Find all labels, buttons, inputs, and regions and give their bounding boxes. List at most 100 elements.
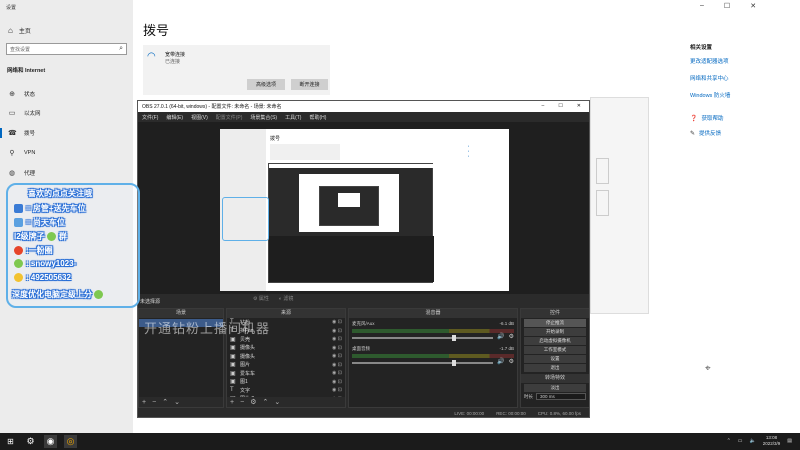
maximize-icon[interactable]: ☐ — [724, 2, 730, 10]
related-settings: 相关设置 更改适配器选项 网络和共享中心 Windows 防火墙 — [690, 43, 790, 108]
clock[interactable]: 13:08 2022/3/9 — [763, 435, 781, 447]
start-recording-button[interactable]: 开始录制 — [524, 328, 586, 336]
settings-button[interactable]: 设置 — [524, 355, 586, 363]
move-up-icon[interactable]: ⌃ — [162, 398, 168, 406]
exit-button[interactable]: 退出 — [524, 364, 586, 372]
move-up-icon[interactable]: ⌃ — [262, 398, 268, 406]
visibility-lock-icon[interactable]: ◉ ⊡ — [332, 345, 345, 351]
visibility-lock-icon[interactable]: ◉ ⊡ — [332, 319, 345, 325]
menu-view[interactable]: 视图(V) — [191, 114, 208, 121]
visibility-lock-icon[interactable]: ◉ ⊡ — [332, 387, 345, 393]
visibility-lock-icon[interactable]: ◉ ⊡ — [332, 379, 345, 385]
visibility-lock-icon[interactable]: ◉ ⊡ — [332, 362, 345, 368]
gear-icon[interactable]: ⚙ — [509, 358, 514, 365]
nav-item-proxy[interactable]: ◍ 代理 — [0, 165, 133, 181]
taskbar-settings[interactable]: ⚙ — [24, 435, 37, 448]
obs-title: OBS 27.0.1 (64-bit, windows) - 配置文件: 未命名… — [142, 104, 282, 110]
source-row[interactable]: T 文字 ◉ ⊡ — [227, 386, 345, 395]
add-source-icon[interactable]: + — [230, 399, 234, 406]
background-window — [590, 97, 649, 314]
scenes-header: 场景 — [139, 309, 223, 318]
nav-item-ethernet[interactable]: ▭ 以太网 — [0, 105, 133, 121]
source-row[interactable]: ▣ 摄像头 ◉ ⊡ — [227, 352, 345, 361]
visibility-lock-icon[interactable]: ◉ ⊡ — [332, 370, 345, 376]
move-down-icon[interactable]: ⌄ — [174, 398, 180, 406]
remove-scene-icon[interactable]: − — [152, 399, 156, 406]
filters-button[interactable]: ◐ 滤镜 — [279, 295, 293, 302]
nav-item-dialup[interactable]: ☎ 拨号 — [0, 125, 133, 141]
visibility-lock-icon[interactable]: ◉ ⊡ — [332, 336, 345, 342]
mini-obs-window — [268, 163, 434, 283]
advanced-options-button[interactable]: 高级选项 — [247, 79, 285, 90]
obs-close-icon[interactable]: ✕ — [577, 103, 581, 110]
channel-name: 桌面音频 — [352, 346, 370, 351]
obs-minimize-icon[interactable]: – — [542, 103, 545, 110]
overlay-line: :一粉圈 — [26, 246, 53, 255]
network-icon[interactable]: ▭ — [738, 438, 743, 444]
nav-item-status[interactable]: ⊕ 状态 — [0, 86, 133, 102]
taskbar-app[interactable]: ◎ — [64, 435, 77, 448]
source-row[interactable]: ▣ 图1 ◉ ⊡ — [227, 378, 345, 387]
menu-profile[interactable]: 配置文件(P) — [216, 114, 243, 121]
streamer-overlay-card: 喜欢的点点关注哦 = 房管+送先车位 = 尚天车位 l2级牌子 群 :一粉圈 :… — [6, 183, 140, 308]
start-button[interactable]: ⊞ — [4, 435, 17, 448]
source-row[interactable]: ▣ 图片 ◉ ⊡ — [227, 361, 345, 370]
speaker-icon[interactable]: 🔊 — [497, 358, 504, 365]
menu-edit[interactable]: 编辑(E) — [166, 114, 183, 121]
notification-icon[interactable]: ▤ — [787, 438, 792, 444]
taskbar-obs[interactable]: ◉ — [44, 435, 57, 448]
source-row[interactable]: ▣ 爱车车 ◉ ⊡ — [227, 369, 345, 378]
source-settings-icon[interactable]: ⚙ — [250, 398, 256, 406]
gear-icon[interactable]: ⚙ — [509, 333, 514, 340]
change-adapter-options-link[interactable]: 更改适配器选项 — [690, 57, 790, 65]
sources-footer: + − ⚙ ⌃ ⌄ — [227, 397, 345, 407]
speaker-icon[interactable]: 🔊 — [497, 333, 504, 340]
minimize-icon[interactable]: – — [700, 2, 704, 10]
menu-scene-collection[interactable]: 场景集合(S) — [250, 114, 277, 121]
mini-obs-docks — [269, 236, 434, 282]
studio-mode-button[interactable]: 工作室模式 — [524, 346, 586, 354]
menu-tools[interactable]: 工具(T) — [285, 114, 301, 121]
close-icon[interactable]: ✕ — [750, 2, 756, 10]
mixer-dock: 混音器 麦克风/Aux -6.1 dB 🔊 ⚙ 桌面音频 -1.7 dB 🔊 ⚙ — [348, 308, 518, 408]
obs-window: OBS 27.0.1 (64-bit, windows) - 配置文件: 未命名… — [137, 100, 590, 418]
stop-streaming-button[interactable]: 停止推流 — [524, 319, 586, 327]
chevron-up-icon[interactable]: ⌃ — [727, 438, 731, 444]
home-nav-item[interactable]: ⌂ 主页 — [8, 26, 31, 35]
move-down-icon[interactable]: ⌄ — [274, 398, 280, 406]
nav-item-vpn[interactable]: ⚲ VPN — [0, 145, 133, 161]
vpn-icon: ⚲ — [9, 150, 15, 157]
settings-window-controls: – ☐ ✕ — [700, 2, 756, 10]
menu-help[interactable]: 帮助(H) — [309, 114, 326, 121]
source-label: 爱车车 — [240, 370, 256, 377]
source-label: 文字 — [240, 387, 251, 394]
home-icon: ⌂ — [8, 26, 13, 35]
source-toolbar: ⚙ 属性 ◐ 滤镜 — [253, 295, 293, 302]
add-scene-icon[interactable]: + — [142, 399, 146, 406]
volume-slider[interactable] — [352, 360, 494, 366]
mini-page-title: 拨号 — [270, 136, 281, 142]
visibility-lock-icon[interactable]: ◉ ⊡ — [332, 328, 345, 334]
obs-maximize-icon[interactable]: ☐ — [558, 103, 562, 110]
start-virtual-camera-button[interactable]: 启动虚拟摄像机 — [524, 337, 586, 345]
windows-firewall-link[interactable]: Windows 防火墙 — [690, 91, 790, 99]
dialup-connection-card[interactable]: ◠ 宽带连接 已连接 高级选项 断开连接 — [143, 45, 330, 95]
settings-search-input[interactable]: 查找设置 ⌕ — [6, 43, 127, 55]
feedback-link[interactable]: ✎ 提供反馈 — [690, 129, 724, 138]
obs-preview-canvas[interactable]: 拨号 ▪ ▪ ▪ — [220, 129, 509, 291]
gear-icon: ⚙ — [26, 436, 35, 446]
remove-source-icon[interactable]: − — [240, 399, 244, 406]
get-help-link[interactable]: ❓ 获取帮助 — [690, 114, 724, 123]
properties-button[interactable]: ⚙ 属性 — [253, 295, 269, 302]
settings-window-title: 设置 — [6, 5, 17, 11]
duration-input[interactable]: 300 ms — [536, 393, 586, 400]
visibility-lock-icon[interactable]: ◉ ⊡ — [332, 353, 345, 359]
volume-slider[interactable] — [352, 335, 494, 341]
menu-file[interactable]: 文件(F) — [142, 114, 158, 121]
network-sharing-center-link[interactable]: 网络和共享中心 — [690, 74, 790, 82]
volume-icon[interactable]: 🔈 — [750, 438, 756, 444]
transition-select[interactable]: 淡出 — [524, 384, 586, 392]
controls-header: 控件 — [521, 309, 589, 318]
source-row[interactable]: ▣ 摄像头 ◉ ⊡ — [227, 344, 345, 353]
disconnect-button[interactable]: 断开连接 — [291, 79, 328, 90]
